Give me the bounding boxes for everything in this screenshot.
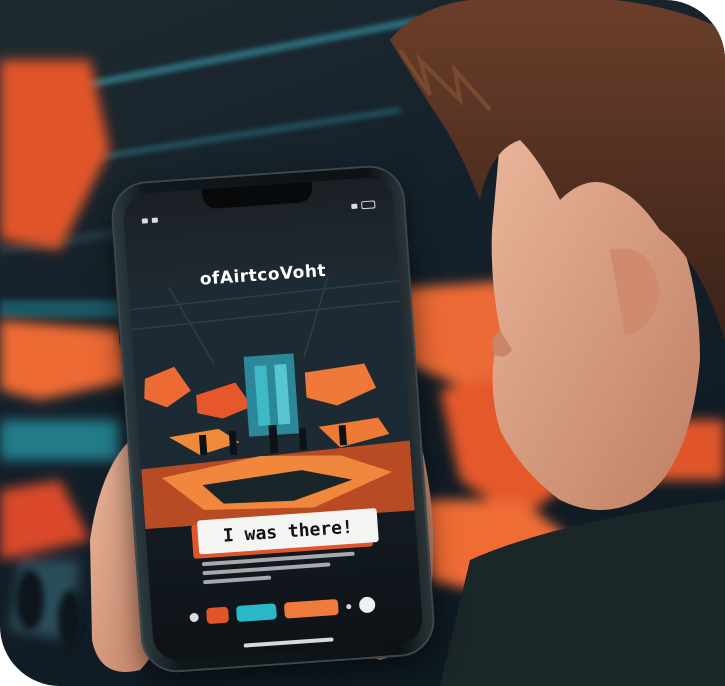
bottom-action-bar [189, 591, 400, 630]
signal-icon [151, 217, 158, 223]
record-button[interactable] [206, 606, 230, 625]
battery-icon [361, 200, 376, 210]
caption-text [201, 550, 373, 589]
venue-scene-image [128, 270, 415, 530]
orange-action-button[interactable] [283, 598, 339, 619]
more-icon[interactable] [346, 603, 352, 609]
back-icon[interactable] [189, 612, 199, 622]
home-indicator[interactable] [243, 637, 334, 648]
phone-screen: ofAirtcoVoht I was there! [122, 176, 424, 662]
smartphone: ofAirtcoVoht I was there! [111, 165, 435, 673]
profile-icon[interactable] [358, 596, 376, 614]
teal-action-button[interactable] [235, 603, 277, 623]
wifi-icon [351, 203, 358, 209]
signal-icon [141, 217, 149, 224]
photo-frame: ofAirtcoVoht I was there! [0, 0, 725, 686]
